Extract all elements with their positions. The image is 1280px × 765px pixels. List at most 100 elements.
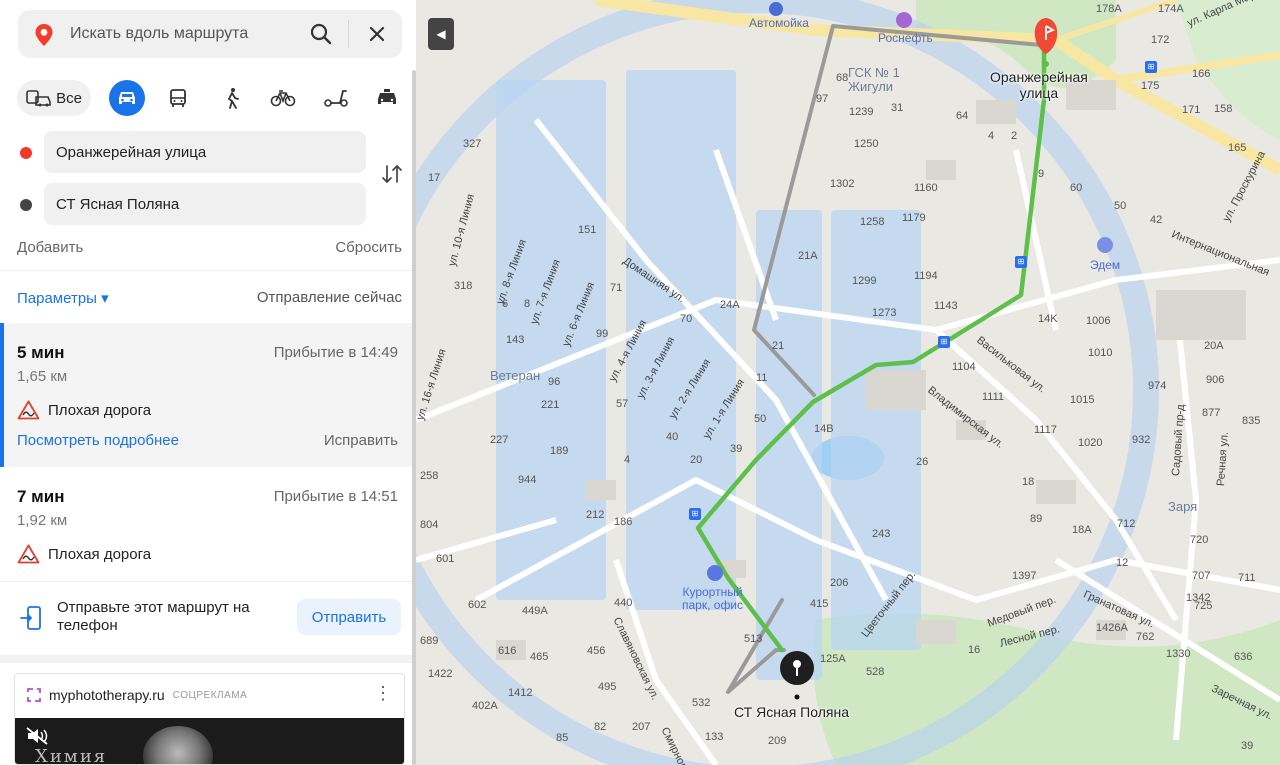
house-number: 1397 bbox=[1012, 570, 1037, 582]
house-number: 178A bbox=[1096, 3, 1122, 15]
bus-stop-icon[interactable]: ⊞ bbox=[1015, 256, 1027, 268]
route-duration: 7 мин bbox=[17, 487, 65, 506]
house-number: 602 bbox=[468, 599, 487, 611]
house-number: 243 bbox=[872, 528, 891, 540]
send-to-phone-row: Отправьте этот маршрут на телефон Отправ… bbox=[0, 583, 412, 653]
house-number: 186 bbox=[614, 516, 633, 528]
house-number: 1104 bbox=[952, 361, 976, 373]
route-option-1[interactable]: 5 мин Прибытие в 14:49 1,65 км Плохая до… bbox=[0, 323, 412, 467]
house-number: 82 bbox=[594, 721, 607, 733]
origin-dot-icon bbox=[20, 147, 32, 159]
house-number: 6 bbox=[502, 298, 509, 310]
house-number: 12 bbox=[1116, 557, 1129, 569]
poi-edem[interactable]: Эдем bbox=[1090, 258, 1120, 272]
collapse-panel-button[interactable]: ◀ bbox=[428, 18, 454, 50]
house-number: 14B bbox=[814, 423, 834, 435]
house-number: 99 bbox=[596, 328, 609, 340]
route-search-box[interactable]: Искать вдоль маршрута bbox=[18, 10, 402, 58]
swap-route-icon[interactable] bbox=[381, 162, 403, 186]
route-distance: 1,65 км bbox=[17, 368, 68, 385]
route-fix-link[interactable]: Исправить bbox=[324, 432, 398, 449]
send-button[interactable]: Отправить bbox=[297, 599, 401, 635]
mode-bike-button[interactable] bbox=[268, 80, 298, 116]
bad-road-icon bbox=[17, 544, 40, 564]
office-icon[interactable] bbox=[707, 565, 723, 581]
mode-bus-button[interactable] bbox=[165, 80, 191, 116]
scooter-icon bbox=[324, 90, 348, 107]
house-number: 21 bbox=[772, 340, 785, 352]
ad-domain[interactable]: myphototherapy.ru bbox=[49, 687, 165, 703]
mode-all-button[interactable]: Все bbox=[17, 80, 91, 116]
origin-value: Оранжерейная улица bbox=[56, 143, 207, 161]
send-to-phone-icon bbox=[20, 605, 42, 636]
reset-button[interactable]: Сбросить bbox=[335, 239, 402, 256]
house-number: 402A bbox=[472, 700, 498, 712]
house-number: 1426A bbox=[1096, 622, 1128, 634]
house-number: 20 bbox=[690, 454, 703, 466]
section-gap bbox=[0, 655, 412, 663]
house-number: 165 bbox=[1228, 142, 1247, 154]
close-icon[interactable] bbox=[365, 22, 389, 46]
house-number: 932 bbox=[1132, 434, 1151, 446]
origin-field[interactable]: Оранжерейная улица bbox=[44, 131, 366, 173]
destination-dot-icon bbox=[20, 199, 32, 211]
end-point-label[interactable]: СТ Ясная Поляна bbox=[734, 704, 849, 720]
house-number: 212 bbox=[586, 509, 605, 521]
map-canvas[interactable]: ◀ Автомойка Роснефть Эдем Курортный парк… bbox=[416, 0, 1280, 765]
house-number: 9 bbox=[1038, 168, 1045, 180]
mode-taxi-button[interactable] bbox=[373, 80, 401, 116]
parameters-dropdown[interactable]: Параметры ▾ bbox=[17, 289, 109, 307]
route-duration: 5 мин bbox=[17, 343, 65, 362]
house-number: 85 bbox=[556, 732, 569, 744]
house-number: 1412 bbox=[508, 687, 533, 699]
mode-car-button[interactable] bbox=[109, 80, 145, 116]
mode-walk-button[interactable] bbox=[219, 80, 245, 116]
send-to-phone-text: Отправьте этот маршрут на телефон bbox=[57, 599, 250, 634]
poi-rosneft[interactable]: Роснефть bbox=[878, 31, 933, 45]
house-number: 1006 bbox=[1086, 315, 1111, 327]
search-input[interactable]: Искать вдоль маршрута bbox=[70, 25, 248, 43]
more-options-icon[interactable]: ⋮ bbox=[374, 684, 392, 702]
house-number: 207 bbox=[632, 721, 651, 733]
route-panel: Искать вдоль маршрута Все Оранжерейная у… bbox=[0, 0, 416, 765]
departure-time-button[interactable]: Отправление сейчас bbox=[257, 289, 402, 306]
poi-carwash[interactable]: Автомойка bbox=[749, 16, 809, 30]
route-details-link[interactable]: Посмотреть подробнее bbox=[17, 432, 179, 449]
house-number: 17 bbox=[428, 172, 441, 184]
house-number: 133 bbox=[705, 731, 724, 743]
bus-stop-icon[interactable]: ⊞ bbox=[938, 336, 950, 348]
route-warning-text: Плохая дорога bbox=[48, 401, 152, 419]
house-number: 221 bbox=[541, 399, 560, 411]
destination-field[interactable]: СТ Ясная Поляна bbox=[44, 183, 366, 225]
mode-scooter-button[interactable] bbox=[321, 80, 351, 116]
bus-stop-icon[interactable]: ⊞ bbox=[1145, 61, 1157, 73]
house-number: 318 bbox=[454, 280, 473, 292]
search-icon[interactable] bbox=[308, 21, 334, 47]
location-pin-icon bbox=[34, 23, 54, 52]
bus-stop-icon[interactable]: ⊞ bbox=[689, 508, 701, 520]
house-number: 18A bbox=[1072, 524, 1092, 536]
house-number: 8 bbox=[524, 298, 531, 310]
bicycle-icon bbox=[270, 90, 296, 107]
fuel-icon[interactable] bbox=[896, 12, 912, 28]
house-number: 636 bbox=[1234, 651, 1253, 663]
cinema-icon[interactable] bbox=[1097, 237, 1113, 253]
house-number: 944 bbox=[518, 474, 537, 486]
carwash-icon[interactable] bbox=[769, 2, 783, 16]
car-icon bbox=[119, 92, 135, 104]
area-garage: ГСК № 1 Жигули bbox=[848, 65, 900, 94]
add-point-button[interactable]: Добавить bbox=[17, 239, 83, 256]
bus-icon bbox=[170, 89, 186, 107]
house-number: 125A bbox=[820, 653, 846, 665]
house-number: 1422 bbox=[428, 668, 453, 680]
house-number: 70 bbox=[680, 313, 693, 325]
house-number: 209 bbox=[768, 735, 787, 747]
ad-block[interactable]: myphototherapy.ru СОЦРЕКЛАМА ⋮ Химия bbox=[14, 673, 405, 765]
route-option-2[interactable]: 7 мин Прибытие в 14:51 1,92 км Плохая до… bbox=[0, 467, 412, 581]
ad-header: myphototherapy.ru СОЦРЕКЛАМА bbox=[25, 686, 247, 704]
house-number: 151 bbox=[578, 224, 597, 236]
house-number: 465 bbox=[530, 651, 549, 663]
start-point-label[interactable]: Оранжерейная улица bbox=[990, 69, 1088, 101]
poi-office[interactable]: Курортный парк, офис bbox=[682, 586, 743, 612]
house-number: 189 bbox=[550, 445, 569, 457]
